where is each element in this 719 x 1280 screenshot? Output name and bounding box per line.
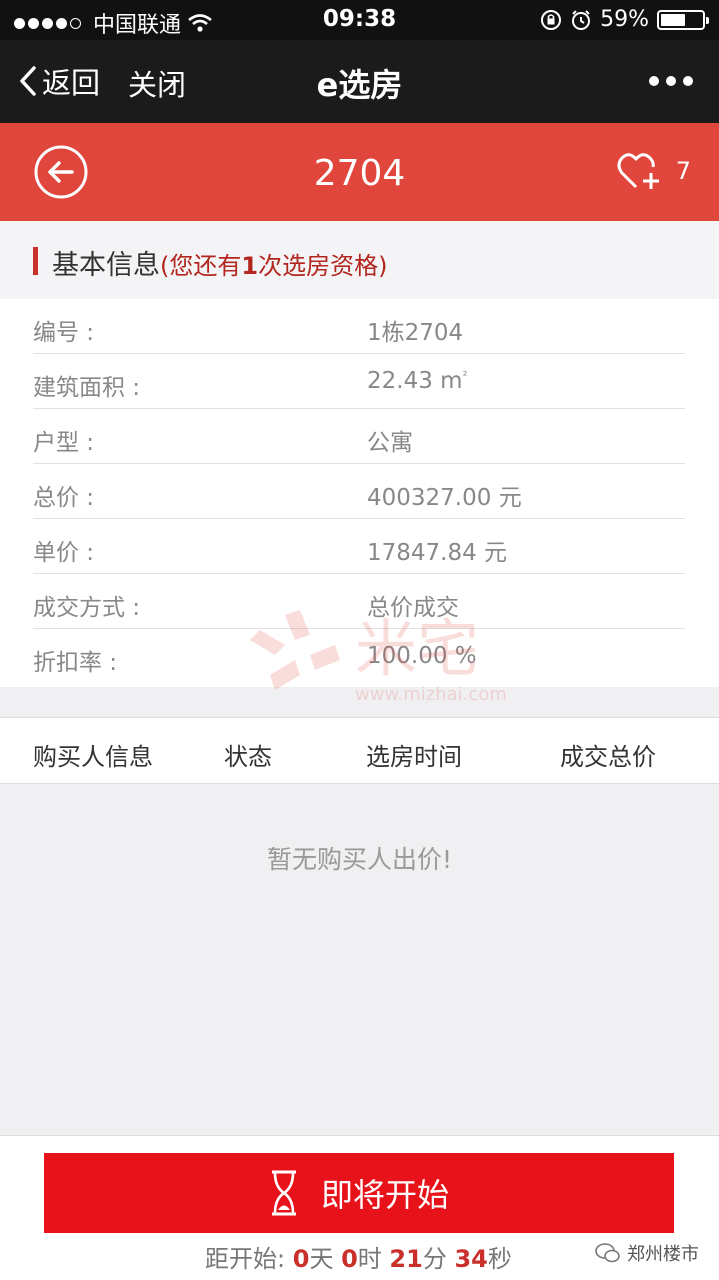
info-row-area: 建筑面积 : 22.43 m² (33, 354, 685, 409)
countdown: 距开始: 0天 0时 21分 34秒 (205, 1245, 512, 1273)
footer: 即将开始 距开始: 0天 0时 21分 34秒 郑州楼市 (0, 1135, 719, 1280)
room-number: 2704 (313, 153, 406, 194)
heart-plus-icon (617, 153, 659, 189)
brand-watermark: 郑州楼市 (595, 1240, 699, 1266)
info-row-total-price: 总价 : 400327.00 元 (33, 464, 685, 519)
info-row-type: 户型 : 公寓 (33, 409, 685, 464)
basic-info-header: 基本信息(您还有1次选房资格) (0, 221, 719, 299)
countdown-seconds: 34 (454, 1245, 488, 1273)
battery-percent: 59% (600, 7, 649, 32)
info-row-unit-price: 单价 : 17847.84 元 (33, 519, 685, 574)
battery-icon (657, 9, 709, 30)
empty-buyers-message: 暂无购买人出价! (266, 845, 453, 874)
more-dot-icon (649, 76, 659, 86)
favorite-count: 7 (675, 157, 691, 185)
column-buyer-info: 购买人信息 (33, 743, 153, 771)
mizhai-watermark-logo: 米宅 www.mizhai.com (250, 610, 507, 705)
countdown-hours: 0 (341, 1245, 358, 1273)
favorite-button[interactable]: 7 (616, 151, 691, 191)
more-dot-icon (683, 76, 693, 86)
info-row-number: 编号 : 1栋2704 (33, 299, 685, 354)
svg-text:www.mizhai.com: www.mizhai.com (355, 684, 507, 705)
countdown-days: 0 (292, 1245, 310, 1273)
start-soon-label: 即将开始 (320, 1176, 449, 1214)
status-bar: 中国联通 09:38 59% (0, 0, 719, 40)
start-soon-button[interactable]: 即将开始 (44, 1153, 674, 1233)
svg-text:米宅: 米宅 (355, 612, 479, 685)
room-header: 2704 7 (0, 123, 719, 221)
section-title: 基本信息 (52, 250, 160, 281)
alarm-icon (572, 9, 591, 30)
selection-quota-note: (您还有1次选房资格) (160, 252, 388, 280)
nav-bar: 返回 关闭 e选房 (0, 40, 719, 123)
section-marker (33, 247, 38, 275)
column-status: 状态 (224, 743, 272, 771)
wechat-icon (595, 1243, 620, 1263)
rotation-lock-icon (541, 9, 562, 30)
countdown-minutes: 21 (389, 1245, 423, 1273)
column-selection-time: 选房时间 (366, 743, 462, 771)
more-menu-button[interactable] (649, 76, 693, 86)
page-title: e选房 (316, 66, 403, 104)
buyer-table-header: 购买人信息 状态 选房时间 成交总价 (0, 717, 719, 784)
hourglass-icon (271, 1170, 296, 1216)
column-deal-total: 成交总价 (560, 743, 656, 771)
more-dot-icon (666, 76, 676, 86)
